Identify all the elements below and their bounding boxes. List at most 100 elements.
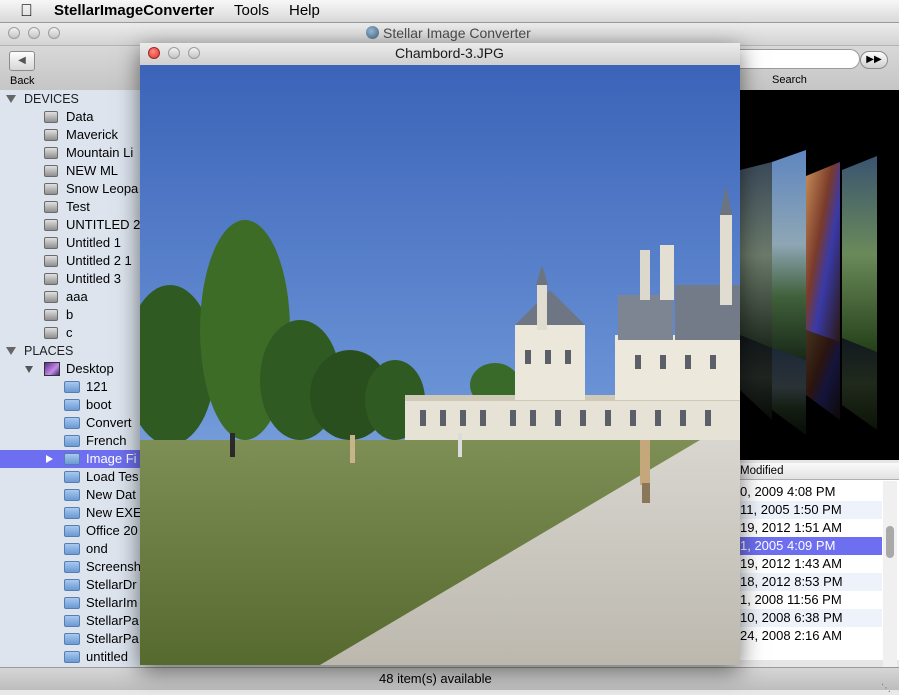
file-list[interactable]: Modified 0, 2009 4:08 PM 11, 2005 1:50 P… [740, 463, 899, 660]
folder-label: Screensh [86, 559, 140, 574]
sidebar-item-folder[interactable]: StellarDr [0, 576, 140, 594]
apple-menu-icon[interactable]:  [20, 1, 38, 21]
modified-date: 11, 2005 1:50 PM [740, 502, 842, 517]
sidebar-item-folder[interactable]: Convert [0, 414, 140, 432]
app-icon [366, 26, 379, 39]
sidebar-item-folder[interactable]: 121 [0, 378, 140, 396]
folder-label: French [86, 433, 127, 448]
sidebar-item-device[interactable]: Maverick [0, 126, 140, 144]
devices-header[interactable]: DEVICES [0, 90, 79, 108]
folder-icon [64, 651, 80, 663]
list-item[interactable]: 1, 2008 11:56 PM [740, 591, 882, 609]
device-label: Mountain Li [66, 145, 134, 160]
column-header-label: Modified [740, 465, 784, 477]
sidebar-item-device[interactable]: Test [0, 198, 140, 216]
list-item[interactable]: 24, 2008 2:16 AM [740, 627, 882, 645]
back-label: Back [10, 75, 35, 87]
minimize-window-button[interactable] [28, 27, 40, 39]
folder-icon [64, 471, 80, 483]
drive-icon [44, 111, 58, 123]
disclosure-down-icon[interactable] [6, 347, 16, 355]
modified-date: 24, 2008 2:16 AM [740, 628, 842, 643]
list-item[interactable]: 19, 2012 1:51 AM [740, 519, 882, 537]
drive-icon [44, 147, 58, 159]
sidebar-item-folder[interactable]: untitled [0, 648, 140, 666]
drive-icon [44, 291, 58, 303]
sidebar-item-folder[interactable]: New Dat [0, 486, 140, 504]
sidebar-item-folder[interactable]: ond [0, 540, 140, 558]
sidebar-item-device[interactable]: Untitled 3 [0, 270, 140, 288]
folder-label: ond [86, 541, 108, 556]
close-window-button[interactable] [8, 27, 20, 39]
disclosure-down-icon[interactable] [6, 95, 16, 103]
device-label: c [66, 325, 73, 340]
sidebar-item-folder[interactable]: StellarPa [0, 630, 140, 648]
sidebar-item-folder[interactable]: StellarPa [0, 612, 140, 630]
sidebar-item-folder[interactable]: French [0, 432, 140, 450]
sidebar-item-folder-selected[interactable]: Image Fi [0, 450, 140, 468]
places-header[interactable]: PLACES [0, 342, 73, 360]
list-item-selected[interactable]: 1, 2005 4:09 PM [740, 537, 882, 555]
cover-image[interactable] [740, 162, 772, 348]
cover-image[interactable] [806, 162, 840, 342]
sidebar-item-folder[interactable]: New EXE [0, 504, 140, 522]
device-label: Untitled 3 [66, 271, 121, 286]
sidebar-item-device[interactable]: Snow Leopa [0, 180, 140, 198]
folder-icon [64, 507, 80, 519]
device-label: Test [66, 199, 90, 214]
column-header-modified[interactable]: Modified [740, 463, 899, 480]
resize-grip-icon[interactable]: ⋱ [881, 683, 893, 695]
search-label: Search [772, 74, 807, 86]
list-item[interactable]: 18, 2012 8:53 PM [740, 573, 882, 591]
sidebar-item-device[interactable]: Mountain Li [0, 144, 140, 162]
folder-label: Load Tes [86, 469, 139, 484]
app-menu[interactable]: StellarImageConverter [54, 2, 214, 20]
folder-icon [64, 417, 80, 429]
sidebar-item-device[interactable]: Untitled 1 [0, 234, 140, 252]
folder-label: Convert [86, 415, 132, 430]
tools-menu[interactable]: Tools [234, 2, 269, 20]
sidebar-item-device[interactable]: b [0, 306, 140, 324]
sidebar-item-device[interactable]: Untitled 2 1 [0, 252, 140, 270]
sidebar-item-folder[interactable]: StellarIm [0, 594, 140, 612]
modified-date: 18, 2012 8:53 PM [740, 574, 843, 589]
sidebar-item-device[interactable]: c [0, 324, 140, 342]
cover-flow-view[interactable] [740, 90, 899, 460]
cover-image[interactable] [772, 150, 806, 360]
device-label: Data [66, 109, 94, 124]
sidebar-item-device[interactable]: NEW ML [0, 162, 140, 180]
folder-label: 121 [86, 379, 108, 394]
window-title: Stellar Image Converter [366, 25, 531, 41]
viewer-minimize-button[interactable] [168, 47, 180, 59]
fast-forward-icon: ▶▶ [866, 54, 882, 65]
list-item[interactable]: 0, 2009 4:08 PM [740, 483, 882, 501]
back-button[interactable]: ◀ [9, 51, 35, 71]
device-label: Snow Leopa [66, 181, 139, 196]
search-input[interactable] [740, 49, 860, 69]
list-item[interactable]: 19, 2012 1:43 AM [740, 555, 882, 573]
disclosure-down-icon[interactable] [25, 366, 33, 373]
sidebar-item-device[interactable]: aaa [0, 288, 140, 306]
sidebar-item-folder[interactable]: Load Tes [0, 468, 140, 486]
list-item[interactable]: 11, 2005 1:50 PM [740, 501, 882, 519]
sidebar-item-device[interactable]: Data [0, 108, 140, 126]
cover-image[interactable] [842, 156, 877, 352]
folder-icon [64, 381, 80, 393]
folder-icon [64, 597, 80, 609]
search-go-button[interactable]: ▶▶ [860, 51, 888, 69]
viewer-zoom-button[interactable] [188, 47, 200, 59]
sidebar-item-folder[interactable]: Office 20 [0, 522, 140, 540]
viewer-close-button[interactable] [148, 47, 160, 59]
vertical-scrollbar[interactable] [883, 481, 897, 671]
zoom-window-button[interactable] [48, 27, 60, 39]
sidebar-item-folder[interactable]: boot [0, 396, 140, 414]
folder-label: StellarIm [86, 595, 138, 610]
scrollbar-thumb[interactable] [886, 526, 894, 558]
sidebar-item-desktop[interactable]: Desktop [0, 360, 140, 378]
disclosure-right-icon[interactable] [46, 455, 53, 463]
list-item[interactable]: 10, 2008 6:38 PM [740, 609, 882, 627]
sidebar-item-folder[interactable]: Screensh [0, 558, 140, 576]
sidebar-item-device[interactable]: UNTITLED 2 [0, 216, 140, 234]
places-header-label: PLACES [24, 344, 74, 358]
help-menu[interactable]: Help [289, 2, 320, 20]
